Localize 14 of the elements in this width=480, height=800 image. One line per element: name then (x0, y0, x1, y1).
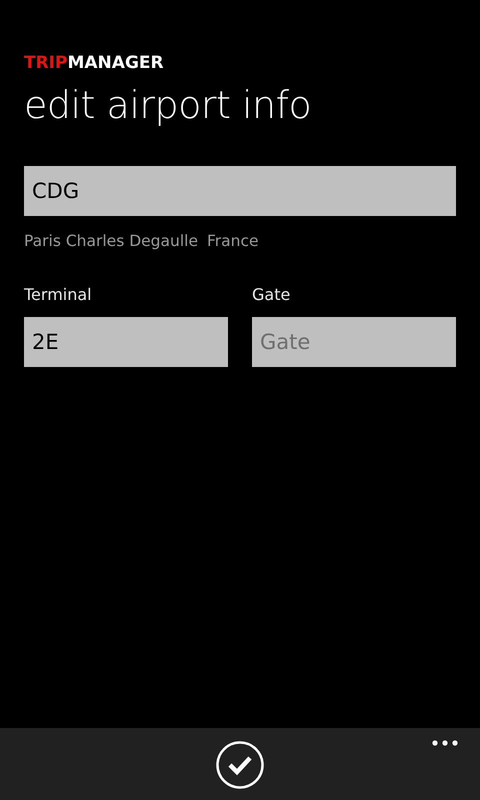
more-button[interactable] (432, 738, 458, 748)
airport-code-field[interactable]: CDG (24, 166, 456, 216)
input-field[interactable]: 2E (24, 317, 228, 368)
check-icon (216, 741, 264, 789)
page-title: edit airport info (24, 82, 312, 129)
logo-word: MANAGER (67, 53, 164, 73)
confirm-button[interactable] (216, 741, 264, 789)
airport-name: Paris Charles Degaulle (24, 231, 198, 252)
more-icon (432, 740, 458, 746)
input-field[interactable]: Gate (252, 317, 456, 368)
airport-country: France (206, 231, 259, 252)
field-label: Gate (252, 284, 292, 306)
logo-word: TRIP (24, 53, 68, 73)
field-label: Terminal (24, 284, 93, 306)
